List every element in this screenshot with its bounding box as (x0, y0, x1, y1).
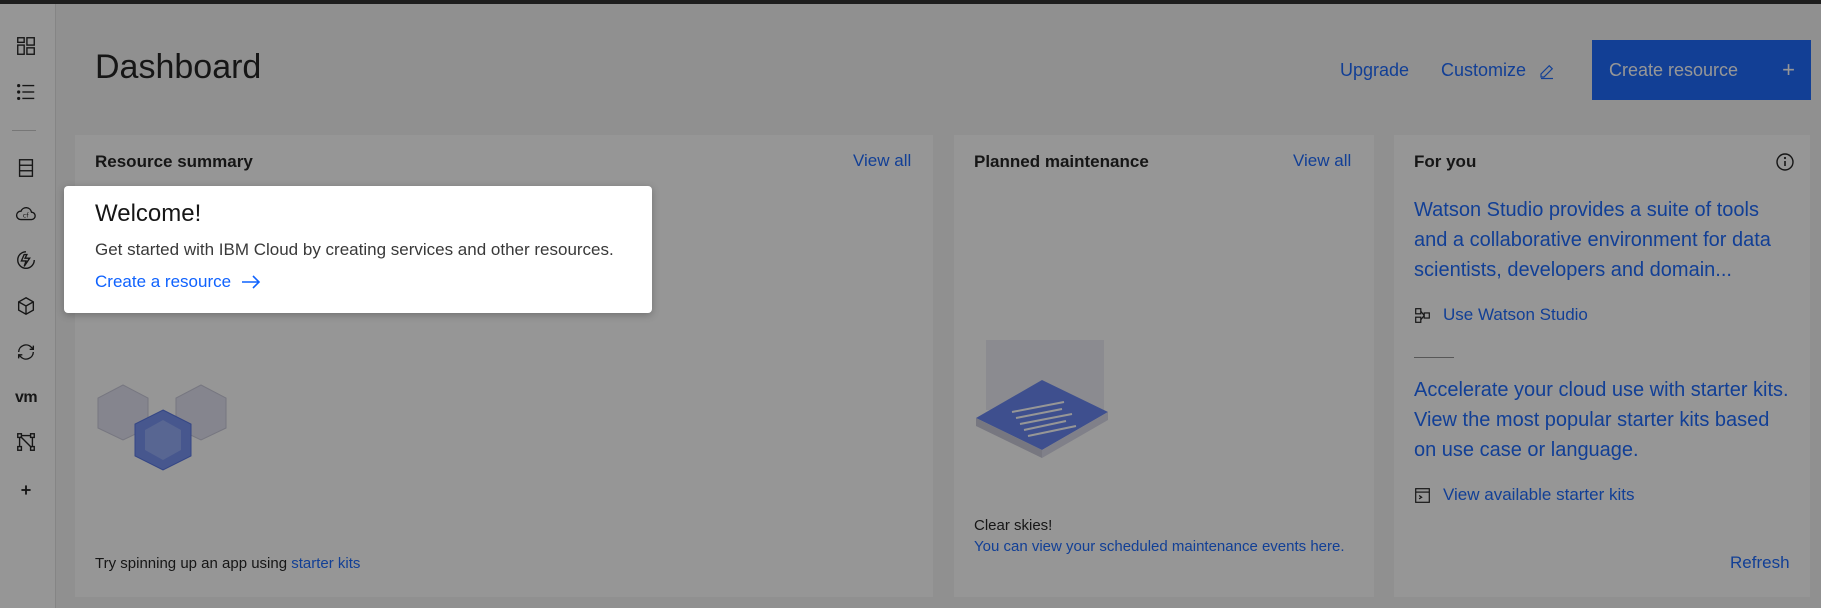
view-starter-kits-label: View available starter kits (1443, 485, 1635, 504)
resource-view-all-link[interactable]: View all (853, 151, 911, 171)
use-watson-studio-label: Use Watson Studio (1443, 305, 1588, 324)
upgrade-link[interactable]: Upgrade (1340, 60, 1409, 81)
watson-studio-icon (1415, 307, 1430, 323)
functions-icon[interactable] (10, 244, 42, 276)
create-a-resource-label: Create a resource (95, 272, 232, 291)
create-a-resource-link[interactable]: Create a resource (95, 272, 652, 292)
use-watson-studio-link[interactable]: Use Watson Studio (1414, 305, 1588, 325)
starter-kits-text[interactable]: Accelerate your cloud use with starter k… (1414, 375, 1794, 465)
vm-label: vm (14, 389, 38, 406)
welcome-title: Welcome! (95, 200, 202, 227)
vm-icon[interactable]: vm (10, 382, 42, 414)
resource-footer-text: Try spinning up an app using (95, 555, 292, 572)
maintenance-footer: You can view your scheduled maintenance … (974, 537, 1354, 557)
edit-icon (1540, 64, 1554, 79)
resource-summary-title: Resource summary (95, 152, 253, 171)
resource-list-icon[interactable] (10, 152, 42, 184)
create-resource-label: Create resource (1609, 59, 1739, 80)
maintenance-events-link[interactable]: You can view your scheduled maintenance … (974, 538, 1345, 555)
planned-maintenance-card: Planned maintenance View all Clear skies… (954, 135, 1374, 597)
page-title: Dashboard (95, 48, 262, 86)
dashboard-icon[interactable] (10, 30, 42, 62)
top-bar (0, 0, 1821, 4)
for-you-divider (1414, 357, 1454, 358)
maintenance-title: Planned maintenance (974, 152, 1149, 171)
plus-icon: + (1782, 57, 1795, 82)
sync-icon[interactable] (10, 336, 42, 368)
watson-studio-text[interactable]: Watson Studio provides a suite of tools … (1414, 195, 1794, 285)
starter-kits-link[interactable]: starter kits (291, 555, 360, 572)
create-resource-button[interactable]: Create resource + (1592, 40, 1811, 100)
info-icon[interactable] (1775, 152, 1795, 172)
for-you-card: For you Watson Studio provides a suite o… (1394, 135, 1810, 597)
for-you-title: For you (1414, 152, 1477, 171)
customize-label: Customize (1441, 60, 1527, 80)
arrow-right-icon (242, 275, 261, 289)
code-screen-illustration (976, 340, 1108, 458)
sidebar-divider (12, 130, 36, 131)
cloud-foundry-icon[interactable]: cf (10, 198, 42, 230)
refresh-link[interactable]: Refresh (1730, 553, 1790, 573)
starter-kit-icon (1415, 487, 1430, 503)
welcome-body: Get started with IBM Cloud by creating s… (95, 240, 614, 259)
view-starter-kits-link[interactable]: View available starter kits (1414, 485, 1635, 505)
kubernetes-icon[interactable] (10, 290, 42, 322)
maintenance-view-all-link[interactable]: View all (1293, 151, 1351, 171)
customize-link[interactable]: Customize (1441, 60, 1556, 81)
resource-footer: Try spinning up an app using starter kit… (95, 555, 360, 572)
network-icon[interactable] (10, 426, 42, 458)
maintenance-status: Clear skies! (974, 517, 1053, 534)
svg-text:cf: cf (23, 212, 30, 220)
cubes-illustration (97, 384, 227, 471)
add-icon[interactable] (10, 474, 42, 506)
sidebar: cf vm (0, 4, 56, 608)
list-icon[interactable] (10, 76, 42, 108)
welcome-popup: Welcome! Get started with IBM Cloud by c… (64, 186, 652, 313)
